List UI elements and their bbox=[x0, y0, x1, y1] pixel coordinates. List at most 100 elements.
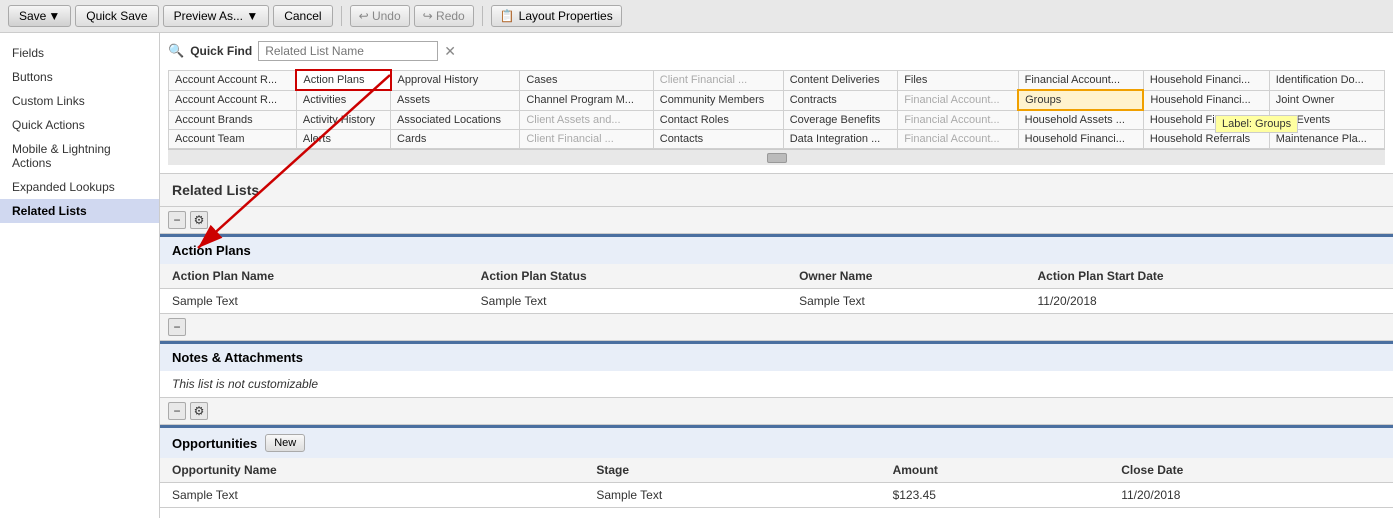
picker-area: 🔍 Quick Find ✕ Account Account R...Actio… bbox=[160, 33, 1393, 174]
grid-cell[interactable]: Identification Do... bbox=[1269, 70, 1384, 90]
quick-find-row: 🔍 Quick Find ✕ bbox=[168, 41, 1385, 61]
opportunities-table: Opportunity Name Stage Amount Close Date… bbox=[160, 458, 1393, 507]
table-cell: Sample Text bbox=[469, 289, 787, 314]
col-opp-name: Opportunity Name bbox=[160, 458, 584, 483]
notes-not-customizable: This list is not customizable bbox=[160, 371, 1393, 397]
clear-button[interactable]: ✕ bbox=[444, 43, 456, 60]
grid-cell[interactable]: Household Assets ... bbox=[1018, 110, 1143, 130]
col-stage: Stage bbox=[584, 458, 880, 483]
action-plans-controls: − ⚙ bbox=[160, 207, 1393, 234]
table-cell: Sample Text bbox=[584, 483, 880, 508]
related-lists-area: Related Lists − ⚙ Action Plans Action Pl… bbox=[160, 174, 1393, 518]
col-amount: Amount bbox=[881, 458, 1110, 483]
table-cell: 11/20/2018 bbox=[1026, 289, 1393, 314]
horizontal-scrollbar[interactable] bbox=[168, 149, 1385, 165]
grid-container: Account Account R...Action PlansApproval… bbox=[168, 69, 1385, 149]
undo-button[interactable]: ↩ Undo bbox=[350, 5, 410, 27]
grid-cell[interactable]: Account Account R... bbox=[169, 70, 297, 90]
sidebar: Fields Buttons Custom Links Quick Action… bbox=[0, 33, 160, 518]
grid-cell[interactable]: Household Financi... bbox=[1143, 70, 1269, 90]
action-plans-table: Action Plan Name Action Plan Status Owne… bbox=[160, 264, 1393, 313]
grid-cell[interactable]: Account Brands bbox=[169, 110, 297, 130]
grid-cell[interactable]: Community Members bbox=[653, 90, 783, 110]
toolbar-separator bbox=[341, 6, 342, 26]
related-lists-heading: Related Lists bbox=[160, 174, 1393, 207]
grid-cell[interactable]: Approval History bbox=[391, 70, 520, 90]
grid-cell[interactable]: Client Financial ... bbox=[653, 70, 783, 90]
grid-cell[interactable]: Activity History bbox=[296, 110, 390, 130]
layout-icon: 📋 bbox=[500, 9, 515, 23]
sidebar-item-buttons[interactable]: Buttons bbox=[0, 65, 159, 89]
sidebar-item-related-lists[interactable]: Related Lists bbox=[0, 199, 159, 223]
grid-cell[interactable]: Coverage Benefits bbox=[783, 110, 897, 130]
grid-cell[interactable]: Financial Account... bbox=[898, 130, 1018, 149]
col-action-plan-status: Action Plan Status bbox=[469, 264, 787, 289]
grid-cell[interactable]: Account Account R... bbox=[169, 90, 297, 110]
scroll-thumb[interactable] bbox=[767, 153, 787, 163]
grid-cell[interactable]: Contacts bbox=[653, 130, 783, 149]
grid-cell[interactable]: Action Plans bbox=[296, 70, 390, 90]
table-row: Sample TextSample Text$123.4511/20/2018 bbox=[160, 483, 1393, 508]
grid-cell[interactable]: Financial Account... bbox=[1018, 70, 1143, 90]
opportunities-controls: − ⚙ bbox=[160, 398, 1393, 425]
grid-cell[interactable]: Content Deliveries bbox=[783, 70, 897, 90]
grid-cell[interactable]: Household Financi... bbox=[1143, 90, 1269, 110]
table-cell: $123.45 bbox=[881, 483, 1110, 508]
sidebar-item-fields[interactable]: Fields bbox=[0, 41, 159, 65]
collapse-opps-button[interactable]: − bbox=[168, 402, 186, 420]
col-action-plan-start-date: Action Plan Start Date bbox=[1026, 264, 1393, 289]
grid-cell[interactable]: Contracts bbox=[783, 90, 897, 110]
preview-button[interactable]: Preview As... ▼ bbox=[163, 5, 270, 27]
notes-block: Notes & Attachments This list is not cus… bbox=[160, 341, 1393, 398]
action-plans-title-bar: Action Plans bbox=[160, 234, 1393, 264]
settings-opps-button[interactable]: ⚙ bbox=[190, 402, 208, 420]
search-icon: 🔍 bbox=[168, 43, 184, 59]
grid-cell[interactable]: Files bbox=[898, 70, 1018, 90]
sidebar-item-quick-actions[interactable]: Quick Actions bbox=[0, 113, 159, 137]
content-area: 🔍 Quick Find ✕ Account Account R...Actio… bbox=[160, 33, 1393, 518]
grid-cell[interactable]: Groups bbox=[1018, 90, 1143, 110]
sidebar-item-mobile-lightning[interactable]: Mobile & Lightning Actions bbox=[0, 137, 159, 175]
grid-cell[interactable]: Associated Locations bbox=[391, 110, 520, 130]
table-cell: Sample Text bbox=[787, 289, 1025, 314]
grid-cell[interactable]: Contact Roles bbox=[653, 110, 783, 130]
sidebar-item-expanded-lookups[interactable]: Expanded Lookups bbox=[0, 175, 159, 199]
notes-title: Notes & Attachments bbox=[172, 350, 303, 365]
grid-cell[interactable]: Household Financi... bbox=[1018, 130, 1143, 149]
col-close-date: Close Date bbox=[1109, 458, 1393, 483]
grid-cell[interactable]: Client Financial ... bbox=[520, 130, 653, 149]
grid-cell[interactable]: Client Assets and... bbox=[520, 110, 653, 130]
new-opportunity-button[interactable]: New bbox=[265, 434, 305, 452]
grid-cell[interactable]: Data Integration ... bbox=[783, 130, 897, 149]
cancel-button[interactable]: Cancel bbox=[273, 5, 332, 27]
collapse-notes-button[interactable]: − bbox=[168, 318, 186, 336]
save-button[interactable]: Save ▼ bbox=[8, 5, 71, 27]
table-cell: 11/20/2018 bbox=[1109, 483, 1393, 508]
collapse-button[interactable]: − bbox=[168, 211, 186, 229]
grid-cell[interactable]: Alerts bbox=[296, 130, 390, 149]
settings-button[interactable]: ⚙ bbox=[190, 211, 208, 229]
grid-cell[interactable]: Cases bbox=[520, 70, 653, 90]
notes-controls: − bbox=[160, 314, 1393, 341]
opportunities-title-bar: Opportunities New bbox=[160, 425, 1393, 458]
grid-cell[interactable]: Activities bbox=[296, 90, 390, 110]
grid-cell[interactable]: Channel Program M... bbox=[520, 90, 653, 110]
table-cell: Sample Text bbox=[160, 483, 584, 508]
quick-find-input[interactable] bbox=[258, 41, 438, 61]
grid-cell[interactable]: Cards bbox=[391, 130, 520, 149]
label-tooltip: Label: Groups bbox=[1215, 115, 1298, 133]
col-owner-name: Owner Name bbox=[787, 264, 1025, 289]
sidebar-item-custom-links[interactable]: Custom Links bbox=[0, 89, 159, 113]
opportunities-title: Opportunities bbox=[172, 436, 257, 451]
redo-button[interactable]: ↪ Redo bbox=[414, 5, 474, 27]
layout-properties-button[interactable]: 📋 Layout Properties bbox=[491, 5, 622, 27]
grid-cell[interactable]: Joint Owner bbox=[1269, 90, 1384, 110]
toolbar: Save ▼ Quick Save Preview As... ▼ Cancel… bbox=[0, 0, 1393, 33]
related-list-grid: Account Account R...Action PlansApproval… bbox=[168, 69, 1385, 149]
quick-find-label: Quick Find bbox=[190, 44, 252, 58]
quick-save-button[interactable]: Quick Save bbox=[75, 5, 158, 27]
grid-cell[interactable]: Financial Account... bbox=[898, 110, 1018, 130]
grid-cell[interactable]: Assets bbox=[391, 90, 520, 110]
grid-cell[interactable]: Financial Account... bbox=[898, 90, 1018, 110]
grid-cell[interactable]: Account Team bbox=[169, 130, 297, 149]
